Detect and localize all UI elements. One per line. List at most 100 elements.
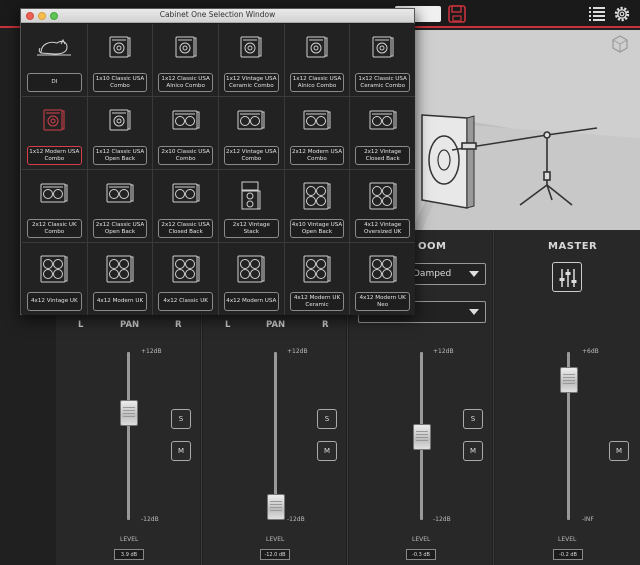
solo-button[interactable]: S (317, 409, 337, 429)
cabinet-label: 1x12 Modern USA Combo (27, 146, 82, 165)
cab-1x12-icon (238, 35, 264, 63)
cabinet-option[interactable]: 2x12 Vintage Closed Back (350, 97, 415, 169)
cabinet-label: 4x12 Modern UK Neo (355, 292, 410, 311)
cabinet-option[interactable]: 2x12 Vintage USA Combo (218, 97, 284, 169)
cabinet-option[interactable]: 2x10 Classic USA Combo (153, 97, 218, 169)
master-fader-thumb[interactable] (560, 367, 578, 393)
cab-4x12-icon (236, 254, 266, 288)
cabinet-option[interactable]: 2x12 Classic USA Open Back (87, 170, 153, 242)
cabinet-label: 1x12 Classic USA Ceramic Combo (355, 73, 410, 92)
level-label: LEVEL (412, 536, 431, 543)
cabinet-label: 2x12 Vintage Stack (223, 219, 279, 238)
master-mixer-button[interactable] (552, 262, 582, 292)
cab-4x12-icon (39, 254, 69, 288)
pan-left-label: L (225, 320, 231, 330)
level-value[interactable]: -0.3 dB (406, 549, 436, 560)
solo-button[interactable]: S (463, 409, 483, 429)
cabinet-option[interactable]: 2x12 Classic USA Closed Back (153, 170, 218, 242)
cabinet-label: 4x12 Modern USA (223, 292, 279, 311)
fader-min-label: -12dB (141, 516, 159, 523)
level-value[interactable]: 3.9 dB (114, 549, 144, 560)
cabinet-option[interactable]: 4x12 Vintage UK (22, 243, 87, 315)
room-header: OOM (418, 241, 447, 252)
fader-max-label: +12dB (141, 348, 162, 355)
cabinet-option[interactable]: 1x12 Modern USA Combo (22, 97, 87, 169)
pan-right-label: R (322, 320, 329, 330)
level-fader-thumb[interactable] (413, 424, 431, 451)
cabinet-option[interactable]: 2x12 Modern USA Combo (284, 97, 350, 169)
cabinet-option[interactable]: 2x12 Classic UK Combo (22, 170, 87, 242)
cab-1x10-icon (107, 35, 133, 63)
fader-max-label: +6dB (582, 348, 599, 355)
cab-2x12-icon (236, 108, 266, 136)
sliders-icon (559, 269, 577, 287)
gear-icon[interactable] (612, 4, 632, 24)
chevron-down-icon (469, 271, 479, 277)
fader-max-label: +12dB (433, 348, 454, 355)
level-fader-thumb[interactable] (267, 494, 285, 520)
solo-button[interactable]: S (171, 409, 191, 429)
cab-2x12-icon (39, 181, 69, 209)
speaker-cabinet-icon (421, 114, 475, 209)
cabinet-label: DI (27, 73, 82, 92)
cab-1x12-icon (41, 108, 67, 136)
save-icon[interactable] (447, 4, 467, 24)
cabinet-option[interactable]: 4x10 Vintage USA Open Back (284, 170, 350, 242)
level-value[interactable]: -0.2 dB (553, 549, 583, 560)
mute-button[interactable]: M (317, 441, 337, 461)
cab-1x12-icon (370, 35, 396, 63)
cabinet-option[interactable]: 4x12 Modern UK (87, 243, 153, 315)
mute-button[interactable]: M (171, 441, 191, 461)
cabinet-option[interactable]: 4x12 Modern USA (218, 243, 284, 315)
divider (493, 230, 494, 565)
cabinet-option[interactable]: 4x12 Classic UK (153, 243, 218, 315)
cabinet-option[interactable]: 4x12 Modern UK Neo (350, 243, 415, 315)
cabinet-option[interactable]: 1x12 Classic USA Ceramic Combo (350, 24, 415, 96)
mic-placement-view[interactable] (412, 30, 640, 230)
cabinet-selection-window: Cabinet One Selection Window DI 1x10 Clas… (20, 8, 415, 315)
cabinet-label: 1x12 Classic USA Open Back (92, 146, 148, 165)
cabinet-label: 4x12 Modern UK (92, 292, 148, 311)
cab-2x12-icon (368, 108, 398, 136)
window-title: Cabinet One Selection Window (159, 10, 276, 19)
fader-min-label: -12dB (287, 516, 305, 523)
pan-right-label: R (175, 320, 182, 330)
cabinet-option[interactable]: 4x12 Vintage Oversized UK (350, 170, 415, 242)
cabinet-option[interactable]: 1x12 Classic USA Alnico Combo (153, 24, 218, 96)
cab-2x12-icon (105, 181, 135, 209)
level-label: LEVEL (120, 536, 139, 543)
level-label: LEVEL (558, 536, 577, 543)
mute-button[interactable]: M (609, 441, 629, 461)
pan-label: PAN (266, 320, 286, 330)
list-icon[interactable] (587, 4, 607, 24)
cabinet-option[interactable]: 1x12 Vintage USA Ceramic Combo (218, 24, 284, 96)
cabinet-label: 4x12 Classic UK (158, 292, 213, 311)
cabinet-label: 2x12 Vintage Closed Back (355, 146, 410, 165)
cabinet-label: 1x10 Classic USA Combo (92, 73, 148, 92)
cabinet-option[interactable]: DI (22, 24, 87, 96)
level-fader-track[interactable] (127, 352, 130, 520)
cabinet-label: 2x12 Classic USA Closed Back (158, 219, 213, 238)
cab-4x12-icon (368, 181, 398, 215)
cabinet-option[interactable]: 1x12 Classic USA Open Back (87, 97, 153, 169)
cabinet-option[interactable]: 2x12 Vintage Stack (218, 170, 284, 242)
fader-min-label: -INF (582, 516, 594, 523)
cabinet-option[interactable]: 1x10 Classic USA Combo (87, 24, 153, 96)
window-title-bar[interactable]: Cabinet One Selection Window (21, 9, 414, 23)
level-fader-thumb[interactable] (120, 400, 138, 427)
di-cat-icon (37, 35, 72, 61)
level-label: LEVEL (266, 536, 285, 543)
cabinet-label: 2x10 Classic USA Combo (158, 146, 213, 165)
mute-button[interactable]: M (463, 441, 483, 461)
cabinet-option[interactable]: 1x12 Classic USA Alnico Combo (284, 24, 350, 96)
cab-4x10-icon (302, 181, 332, 215)
cabinet-label: 4x12 Vintage UK (27, 292, 82, 311)
cabinet-label: 4x12 Modern UK Ceramic (289, 292, 345, 311)
level-value[interactable]: -12.0 dB (260, 549, 290, 560)
cabinet-label: 2x12 Modern USA Combo (289, 146, 345, 165)
cube-icon[interactable] (610, 34, 630, 54)
fader-max-label: +12dB (287, 348, 308, 355)
cab-2x12-icon (302, 108, 332, 136)
cabinet-option[interactable]: 4x12 Modern UK Ceramic (284, 243, 350, 315)
cabinet-label: 2x12 Vintage USA Combo (223, 146, 279, 165)
